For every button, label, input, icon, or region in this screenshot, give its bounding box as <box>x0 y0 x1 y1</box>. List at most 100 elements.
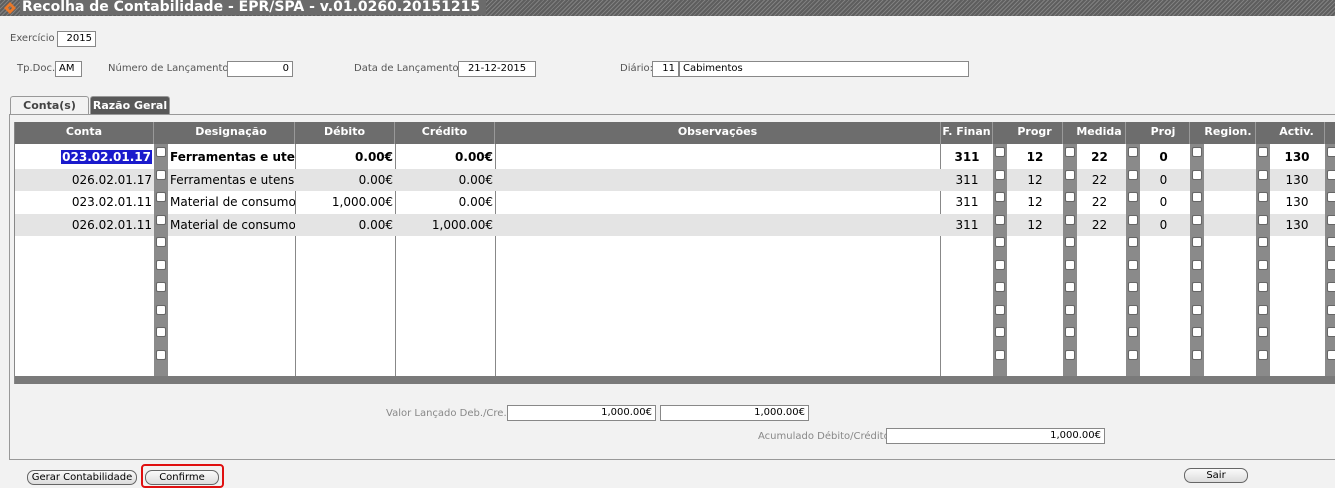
cell-medida[interactable]: 22 <box>1073 191 1126 213</box>
cell-medida[interactable]: 22 <box>1073 146 1126 168</box>
col-header-debito[interactable]: Débito <box>295 122 395 144</box>
cell-ffinan[interactable]: 311 <box>941 169 993 191</box>
row-checkbox[interactable] <box>1258 327 1268 337</box>
row-checkbox[interactable] <box>1065 259 1075 270</box>
diario-name-field[interactable]: Cabimentos <box>679 61 969 77</box>
cell-observacoes[interactable] <box>495 214 941 236</box>
cell-observacoes[interactable] <box>495 169 941 191</box>
cell-credito[interactable]: 0.00€ <box>395 191 495 213</box>
gerar-contabilidade-button[interactable]: Gerar Contabilidade <box>27 470 137 485</box>
row-checkbox[interactable] <box>1128 349 1138 360</box>
row-checkbox[interactable] <box>1192 259 1202 270</box>
row-checkbox[interactable] <box>1327 304 1335 315</box>
cell-debito[interactable]: 1,000.00€ <box>295 191 395 213</box>
cell-progr[interactable]: 12 <box>1007 191 1063 213</box>
row-checkbox[interactable] <box>1327 259 1335 270</box>
row-checkbox[interactable] <box>995 192 1005 202</box>
cell-designacao[interactable]: Ferramentas e utensilios <box>168 146 295 168</box>
row-checkbox[interactable] <box>1065 304 1075 315</box>
cell-conta[interactable]: 026.02.01.17 <box>15 169 154 191</box>
row-checkbox[interactable] <box>1192 327 1202 337</box>
row-checkbox[interactable] <box>1258 349 1268 360</box>
row-checkbox[interactable] <box>156 192 166 202</box>
cell-region[interactable] <box>1201 169 1256 191</box>
row-checkbox[interactable] <box>1065 349 1075 360</box>
row-checkbox[interactable] <box>1128 169 1138 180</box>
col-header-proj[interactable]: Proj <box>1137 122 1190 144</box>
row-checkbox[interactable] <box>995 259 1005 270</box>
row-checkbox[interactable] <box>1258 237 1268 247</box>
row-checkbox[interactable] <box>1192 192 1202 202</box>
cell-observacoes[interactable] <box>495 146 941 168</box>
row-checkbox[interactable] <box>995 349 1005 360</box>
cell-proj[interactable]: 0 <box>1137 191 1190 213</box>
cell-designacao[interactable]: Material de consumo <box>168 191 295 213</box>
cell-credito[interactable]: 0.00€ <box>395 169 495 191</box>
row-checkbox[interactable] <box>1258 169 1268 180</box>
cell-region[interactable] <box>1201 191 1256 213</box>
row-checkbox[interactable] <box>1128 327 1138 337</box>
cell-conta[interactable]: 023.02.01.17 <box>15 146 154 168</box>
row-checkbox[interactable] <box>1065 327 1075 337</box>
row-checkbox[interactable] <box>1192 237 1202 247</box>
exercicio-field[interactable]: 2015 <box>57 31 96 47</box>
row-checkbox[interactable] <box>156 169 166 180</box>
sair-button[interactable]: Sair <box>1184 468 1248 483</box>
data-field[interactable]: 21-12-2015 <box>458 61 536 77</box>
row-checkbox[interactable] <box>1192 349 1202 360</box>
cell-progr[interactable]: 12 <box>1007 169 1063 191</box>
row-checkbox[interactable] <box>156 259 166 270</box>
row-checkbox[interactable] <box>156 304 166 315</box>
cell-proj[interactable]: 0 <box>1137 169 1190 191</box>
col-header-designacao[interactable]: Designação <box>168 122 295 144</box>
row-checkbox[interactable] <box>1327 282 1335 292</box>
cell-observacoes[interactable] <box>495 191 941 213</box>
row-checkbox[interactable] <box>1327 327 1335 337</box>
row-checkbox[interactable] <box>1327 214 1335 225</box>
cell-proj[interactable]: 0 <box>1137 214 1190 236</box>
row-checkbox[interactable] <box>1192 169 1202 180</box>
cell-ffinan[interactable]: 311 <box>941 146 993 168</box>
row-checkbox[interactable] <box>1192 147 1202 157</box>
confirme-button[interactable]: Confirme <box>145 470 219 485</box>
row-checkbox[interactable] <box>1065 192 1075 202</box>
cell-conta[interactable]: 026.02.01.11 <box>15 214 154 236</box>
cell-progr[interactable]: 12 <box>1007 214 1063 236</box>
row-checkbox[interactable] <box>156 147 166 157</box>
row-checkbox[interactable] <box>995 214 1005 225</box>
row-checkbox[interactable] <box>1258 192 1268 202</box>
row-checkbox[interactable] <box>995 304 1005 315</box>
row-checkbox[interactable] <box>995 282 1005 292</box>
row-checkbox[interactable] <box>1128 304 1138 315</box>
row-checkbox[interactable] <box>1128 237 1138 247</box>
row-checkbox[interactable] <box>1327 147 1335 157</box>
row-checkbox[interactable] <box>1192 214 1202 225</box>
row-checkbox[interactable] <box>1128 282 1138 292</box>
row-checkbox[interactable] <box>156 237 166 247</box>
col-header-observacoes[interactable]: Observações <box>495 122 941 144</box>
cell-ffinan[interactable]: 311 <box>941 191 993 213</box>
cell-debito[interactable]: 0.00€ <box>295 146 395 168</box>
cell-activ[interactable]: 130 <box>1269 214 1325 236</box>
cell-medida[interactable]: 22 <box>1073 169 1126 191</box>
col-header-ffinan[interactable]: F. Finan <box>941 122 993 144</box>
row-checkbox[interactable] <box>1065 169 1075 180</box>
row-checkbox[interactable] <box>995 169 1005 180</box>
row-checkbox[interactable] <box>995 237 1005 247</box>
row-checkbox[interactable] <box>1192 304 1202 315</box>
cell-designacao[interactable]: Material de consumo <box>168 214 295 236</box>
col-header-credito[interactable]: Crédito <box>395 122 495 144</box>
cell-debito[interactable]: 0.00€ <box>295 169 395 191</box>
tab-razao-geral[interactable]: Razão Geral <box>90 96 170 115</box>
row-checkbox[interactable] <box>1065 282 1075 292</box>
row-checkbox[interactable] <box>1327 349 1335 360</box>
row-checkbox[interactable] <box>1258 259 1268 270</box>
row-checkbox[interactable] <box>1327 169 1335 180</box>
cell-region[interactable] <box>1201 214 1256 236</box>
row-checkbox[interactable] <box>1327 192 1335 202</box>
row-checkbox[interactable] <box>995 147 1005 157</box>
row-checkbox[interactable] <box>1327 237 1335 247</box>
cell-credito[interactable]: 0.00€ <box>395 146 495 168</box>
row-checkbox[interactable] <box>1258 214 1268 225</box>
row-checkbox[interactable] <box>156 214 166 225</box>
